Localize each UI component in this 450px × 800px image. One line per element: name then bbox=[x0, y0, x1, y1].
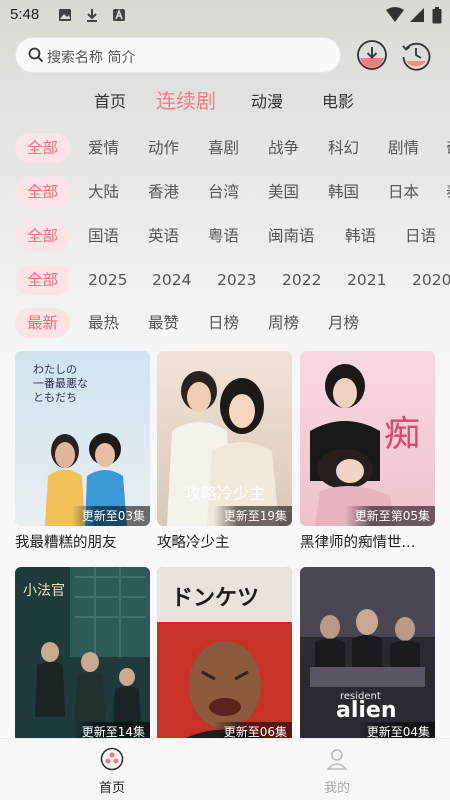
year-filter-row: 全部 2025 2024 2023 2022 2021 2020 bbox=[0, 265, 450, 297]
status-bar: 5:48 bbox=[0, 0, 450, 30]
card-title[interactable]: 攻略冷少主 bbox=[157, 531, 297, 552]
poster-image[interactable]: わたしの 一番最悪な ともだち 更新至03集 bbox=[15, 351, 150, 526]
year-chip[interactable]: 2025 bbox=[88, 265, 127, 295]
image-icon bbox=[58, 7, 72, 26]
search-bar-row: 搜索名称 简介 bbox=[0, 36, 450, 76]
svg-text:攻略冷少主: 攻略冷少主 bbox=[185, 484, 265, 503]
episode-badge: 更新至第05集 bbox=[344, 506, 435, 526]
language-chip[interactable]: 粤语 bbox=[208, 221, 239, 251]
episode-badge: 更新至03集 bbox=[71, 506, 150, 526]
sort-filter-row: 最新 最热 最赞 日榜 周榜 月榜 bbox=[0, 308, 450, 340]
history-clock-icon bbox=[402, 42, 431, 71]
card-title[interactable]: 我最糟糕的朋友 bbox=[15, 531, 155, 552]
year-chip[interactable]: 2023 bbox=[217, 265, 256, 295]
battery-icon bbox=[432, 7, 442, 28]
genre-chip[interactable]: 喜剧 bbox=[208, 133, 239, 163]
poster-image[interactable]: ドンケツ 更新至06集 bbox=[157, 567, 292, 742]
sort-chip[interactable]: 周榜 bbox=[268, 308, 299, 338]
sort-chip[interactable]: 日榜 bbox=[208, 308, 239, 338]
year-chip-all[interactable]: 全部 bbox=[15, 265, 71, 295]
genre-filter-row: 全部 爱情 动作 喜剧 战争 科幻 剧情 奇 bbox=[0, 133, 450, 165]
poster-image[interactable]: resident alien 更新至04集 bbox=[300, 567, 435, 742]
language-filter-row: 全部 国语 英语 粤语 闽南语 韩语 日语 bbox=[0, 221, 450, 253]
category-tabs: 首页 连续剧 动漫 电影 bbox=[0, 84, 450, 114]
poster-image[interactable]: 小法官 更新至14集 bbox=[15, 567, 150, 742]
sort-chip[interactable]: 最赞 bbox=[148, 308, 179, 338]
signal-icon bbox=[409, 7, 425, 27]
region-chip[interactable]: 台湾 bbox=[208, 177, 239, 207]
region-chip[interactable]: 日本 bbox=[388, 177, 419, 207]
year-chip[interactable]: 2022 bbox=[282, 265, 321, 295]
nav-mine-label: 我的 bbox=[323, 781, 350, 796]
year-chip[interactable]: 2020 bbox=[412, 265, 450, 295]
wifi-icon bbox=[386, 7, 404, 27]
download-icon bbox=[85, 7, 99, 26]
download-circle-icon bbox=[357, 40, 387, 70]
profile-icon bbox=[326, 749, 348, 770]
status-time: 5:48 bbox=[10, 6, 40, 23]
svg-text:痴: 痴 bbox=[384, 414, 420, 455]
svg-text:alien: alien bbox=[336, 698, 397, 723]
nav-home[interactable]: 首页 bbox=[82, 747, 142, 796]
year-chip[interactable]: 2021 bbox=[347, 265, 386, 295]
region-chip[interactable]: 泰 bbox=[446, 177, 450, 207]
genre-chip[interactable]: 动作 bbox=[148, 133, 179, 163]
region-chip[interactable]: 大陆 bbox=[88, 177, 119, 207]
tab-home[interactable]: 首页 bbox=[94, 88, 126, 112]
language-chip[interactable]: 韩语 bbox=[345, 221, 376, 251]
language-chip[interactable]: 闽南语 bbox=[268, 221, 315, 251]
region-chip-all[interactable]: 全部 bbox=[15, 177, 71, 207]
svg-text:小法官: 小法官 bbox=[23, 583, 65, 599]
poster-image[interactable]: 痴 更新至第05集 bbox=[300, 351, 435, 526]
language-chip[interactable]: 日语 bbox=[405, 221, 436, 251]
search-icon bbox=[28, 47, 44, 67]
year-chip[interactable]: 2024 bbox=[152, 265, 191, 295]
language-chip-all[interactable]: 全部 bbox=[15, 221, 71, 251]
sort-chip[interactable]: 月榜 bbox=[328, 308, 359, 338]
episode-badge: 更新至19集 bbox=[213, 506, 292, 526]
genre-chip-all[interactable]: 全部 bbox=[15, 133, 71, 163]
poster-image[interactable]: 攻略冷少主 更新至19集 bbox=[157, 351, 292, 526]
genre-chip[interactable]: 科幻 bbox=[328, 133, 359, 163]
nav-mine[interactable]: 我的 bbox=[307, 747, 367, 796]
svg-text:わたしの: わたしの bbox=[33, 363, 77, 376]
genre-chip[interactable]: 奇 bbox=[446, 133, 450, 163]
history-button[interactable] bbox=[400, 39, 432, 71]
download-manager-button[interactable] bbox=[356, 39, 388, 71]
sort-chip-latest[interactable]: 最新 bbox=[15, 308, 71, 338]
svg-text:ともだち: ともだち bbox=[33, 391, 77, 404]
bottom-navigation: 首页 我的 bbox=[0, 738, 450, 800]
nav-home-label: 首页 bbox=[98, 781, 125, 796]
tab-series[interactable]: 连续剧 bbox=[156, 85, 216, 114]
genre-chip[interactable]: 战争 bbox=[268, 133, 299, 163]
app-notification-icon bbox=[112, 7, 126, 26]
sort-chip[interactable]: 最热 bbox=[88, 308, 119, 338]
search-placeholder: 搜索名称 简介 bbox=[47, 50, 136, 66]
svg-text:一番最悪な: 一番最悪な bbox=[33, 377, 88, 390]
region-chip[interactable]: 韩国 bbox=[328, 177, 359, 207]
search-input[interactable]: 搜索名称 简介 bbox=[15, 37, 341, 73]
genre-chip[interactable]: 爱情 bbox=[88, 133, 119, 163]
language-chip[interactable]: 英语 bbox=[148, 221, 179, 251]
tab-anime[interactable]: 动漫 bbox=[251, 88, 283, 112]
region-chip[interactable]: 香港 bbox=[148, 177, 179, 207]
home-icon bbox=[100, 747, 124, 771]
tab-movie[interactable]: 电影 bbox=[322, 88, 354, 112]
genre-chip[interactable]: 剧情 bbox=[388, 133, 419, 163]
card-title[interactable]: 黑律师的痴情世... bbox=[300, 531, 440, 552]
region-filter-row: 全部 大陆 香港 台湾 美国 韩国 日本 泰 bbox=[0, 177, 450, 209]
language-chip[interactable]: 国语 bbox=[88, 221, 119, 251]
region-chip[interactable]: 美国 bbox=[268, 177, 299, 207]
svg-text:ドンケツ: ドンケツ bbox=[171, 586, 259, 611]
